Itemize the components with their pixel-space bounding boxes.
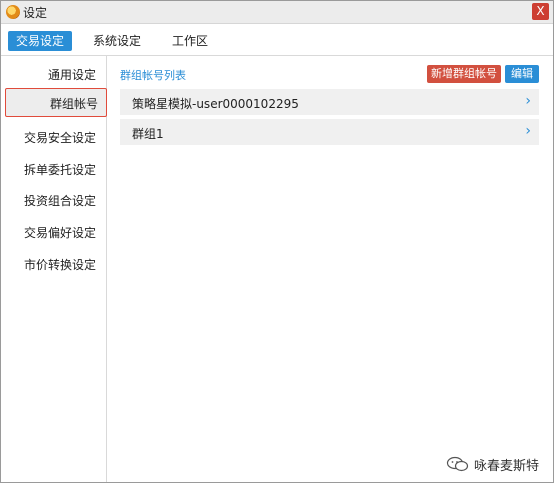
sidebar-item-group-account[interactable]: 群组帐号 [5,88,107,117]
tab-bar: 交易设定 系统设定 工作区 [1,24,553,56]
sidebar-item-general[interactable]: 通用设定 [48,66,96,83]
tab-system-settings[interactable]: 系统设定 [85,31,149,51]
list-item[interactable]: 群组1 › [120,119,539,145]
watermark-text: 咏春麦斯特 [474,459,540,474]
group-account-panel: 群组帐号列表 新增群组帐号 编辑 策略星模拟-user0000102295 › … [107,56,553,482]
settings-window: 设定 X 交易设定 系统设定 工作区 通用设定 群组帐号 交易安全设定 拆单委托… [0,0,554,483]
window-title: 设定 [23,6,48,20]
tab-workspace[interactable]: 工作区 [164,31,216,51]
add-group-account-button[interactable]: 新增群组帐号 [427,65,501,83]
app-logo-icon [6,5,20,19]
title-bar: 设定 X [1,1,553,24]
sidebar-item-trade-security[interactable]: 交易安全设定 [24,129,96,146]
close-button[interactable]: X [532,3,549,20]
sidebar-item-label: 群组帐号 [49,97,98,111]
group-list-title: 群组帐号列表 [120,69,186,82]
group-name: 群组1 [132,127,164,141]
tab-trade-settings[interactable]: 交易设定 [8,31,72,51]
chevron-right-icon: › [525,93,531,109]
list-item[interactable]: 策略星模拟-user0000102295 › [120,89,539,115]
chevron-right-icon: › [525,123,531,139]
settings-sidebar: 通用设定 群组帐号 交易安全设定 拆单委托设定 投资组合设定 交易偏好设定 市价… [1,56,107,482]
sidebar-item-portfolio[interactable]: 投资组合设定 [24,192,96,209]
edit-button[interactable]: 编辑 [505,65,539,83]
sidebar-item-trade-preference[interactable]: 交易偏好设定 [24,224,96,241]
wechat-icon [446,456,469,472]
sidebar-item-split-order[interactable]: 拆单委托设定 [24,161,96,178]
sidebar-item-market-price-conversion[interactable]: 市价转换设定 [24,256,96,273]
group-name: 策略星模拟-user0000102295 [132,97,299,111]
